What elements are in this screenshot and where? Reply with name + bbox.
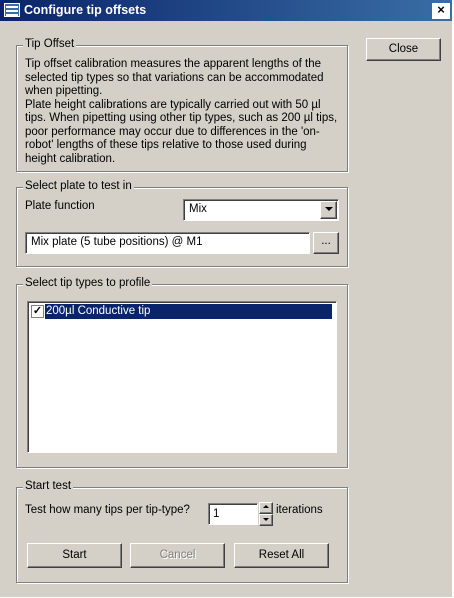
tip-offset-group: Tip Offset Tip offset calibration measur…: [16, 38, 348, 172]
select-tip-types-group: Select tip types to profile ✓ 200µl Cond…: [16, 277, 348, 468]
plate-function-value: Mix: [189, 203, 207, 215]
select-tip-types-legend: Select tip types to profile: [23, 277, 153, 289]
tip-type-item-highlight: 200µl Conductive tip: [45, 304, 332, 319]
tip-offset-description: Tip offset calibration measures the appa…: [25, 58, 341, 166]
spin-down-icon: [263, 518, 269, 521]
select-plate-group: Select plate to test in Plate function M…: [16, 180, 348, 267]
select-plate-legend: Select plate to test in: [23, 180, 134, 192]
cancel-button-label: Cancel: [159, 549, 196, 561]
tip-type-item[interactable]: ✓ 200µl Conductive tip: [31, 304, 332, 319]
tip-type-item-label: 200µl Conductive tip: [46, 305, 151, 317]
reset-all-button[interactable]: Reset All: [234, 543, 329, 568]
cancel-button[interactable]: Cancel: [130, 543, 225, 568]
dropdown-arrow-icon: [324, 207, 333, 211]
start-button-label: Start: [62, 549, 87, 561]
configure-tip-offsets-dialog: Configure tip offsets × Close Tip Offset…: [0, 0, 452, 597]
browse-plate-button[interactable]: ...: [313, 232, 339, 254]
app-icon: [4, 3, 20, 17]
close-icon[interactable]: ×: [432, 3, 450, 19]
spin-up-icon: [263, 505, 269, 508]
browse-plate-button-label: ...: [321, 235, 331, 247]
tip-offset-paragraph-2: Plate height calibrations are typically …: [25, 98, 338, 165]
plate-field-value: Mix plate (5 tube positions) @ M1: [31, 236, 203, 248]
plate-function-dropdown[interactable]: Mix: [183, 199, 339, 221]
window-title: Configure tip offsets: [24, 3, 147, 17]
plate-function-dropdown-button[interactable]: [320, 201, 337, 219]
title-bar[interactable]: Configure tip offsets: [0, 0, 452, 21]
tip-offset-legend: Tip Offset: [23, 38, 77, 50]
start-test-legend: Start test: [23, 480, 74, 492]
start-button[interactable]: Start: [27, 543, 122, 568]
start-test-group: Start test Test how many tips per tip-ty…: [16, 480, 348, 583]
iterations-spin-down[interactable]: [259, 514, 273, 526]
plate-function-label: Plate function: [25, 200, 95, 212]
checkbox-icon[interactable]: ✓: [31, 305, 44, 318]
tip-types-list[interactable]: ✓ 200µl Conductive tip: [27, 301, 337, 453]
iterations-value: 1: [213, 508, 220, 520]
reset-all-button-label: Reset All: [258, 549, 305, 561]
tips-per-type-label: Test how many tips per tip-type?: [25, 504, 190, 516]
plate-field[interactable]: Mix plate (5 tube positions) @ M1: [25, 232, 310, 254]
iterations-spin-up[interactable]: [259, 502, 273, 514]
iterations-label: iterations: [276, 504, 323, 516]
tip-offset-paragraph-1: Tip offset calibration measures the appa…: [25, 58, 324, 97]
close-button[interactable]: Close: [366, 38, 441, 61]
iterations-input[interactable]: 1: [208, 503, 258, 525]
close-button-label: Close: [388, 43, 419, 55]
